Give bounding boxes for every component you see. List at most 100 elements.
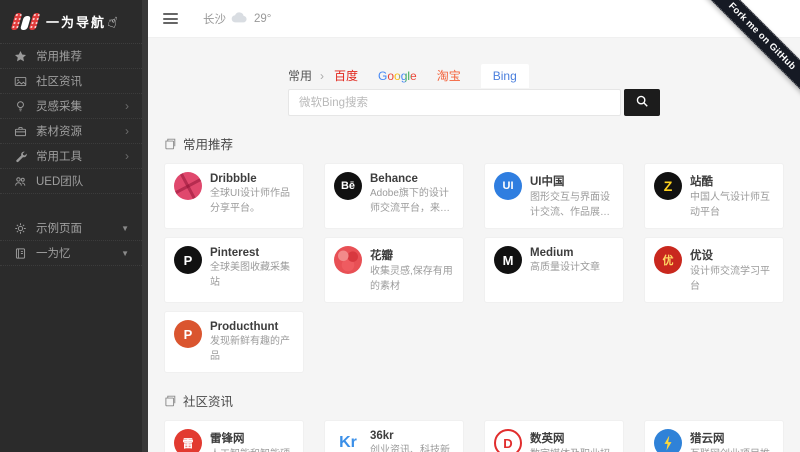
site-card-text: 36kr 创业资讯、科技新闻: [370, 429, 454, 452]
site-card[interactable]: UI UI中国 图形交互与界面设计交流、作品展示、学习平台。: [484, 163, 624, 229]
sidebar-item-recommend[interactable]: 常用推荐: [0, 44, 142, 69]
weather-city: 长沙: [203, 11, 226, 27]
search-button[interactable]: [624, 89, 660, 116]
tab-google[interactable]: Google: [378, 64, 417, 88]
site-desc: 图形交互与界面设计交流、作品展示、学习平台。: [530, 191, 614, 220]
topbar: 长沙 29°: [148, 0, 800, 38]
site-desc: 高质量设计文章: [530, 261, 600, 276]
sidebar-divider: [0, 194, 142, 216]
site-title: UI中国: [530, 173, 614, 189]
site-card[interactable]: 雷 雷锋网 人工智能和智能硬件领域的互联网科技媒体: [164, 420, 304, 452]
site-icon: D: [494, 429, 522, 452]
site-card-text: Pinterest 全球美图收藏采集站: [210, 246, 294, 290]
site-card-text: 站酷 中国人气设计师互动平台: [690, 172, 774, 220]
sidebar-item-resources[interactable]: 素材资源 ›: [0, 119, 142, 144]
site-card[interactable]: Kr 36kr 创业资讯、科技新闻: [324, 420, 464, 452]
site-card[interactable]: P Producthunt 发现新鲜有趣的产品: [164, 311, 304, 373]
tab-taobao[interactable]: 淘宝: [437, 62, 461, 89]
site-title: Producthunt: [210, 321, 294, 333]
site-icon: 雷: [174, 429, 202, 452]
site-card-text: 猎云网 互联网创业项目推荐和创业创新资讯: [690, 429, 774, 452]
search-icon: [635, 94, 649, 111]
site-icon: P: [174, 320, 202, 348]
site-card-text: Medium 高质量设计文章: [530, 246, 600, 276]
site-card[interactable]: Dribbble 全球UI设计师作品分享平台。: [164, 163, 304, 229]
site-card[interactable]: Bē Behance Adobe旗下的设计师交流平台，来自世界各地的设计师在这里…: [324, 163, 464, 229]
site-desc: 全球UI设计师作品分享平台。: [210, 187, 294, 216]
bookmark-icon: [164, 138, 176, 150]
wrench-icon: [13, 149, 27, 163]
site-title: Behance: [370, 173, 454, 185]
site-icon: M: [494, 246, 522, 274]
sidebar-item-community[interactable]: 社区资讯: [0, 69, 142, 94]
sections: 常用推荐 Dribbble 全球UI设计师作品分享平台。 Bē Behance …: [164, 134, 784, 452]
chevron-right-icon: ›: [125, 99, 129, 113]
sidebar-item-label: 常用推荐: [36, 48, 129, 64]
sidebar-item-ued-team[interactable]: UED团队: [0, 169, 142, 194]
site-desc: 人工智能和智能硬件领域的互联网科技媒体: [210, 448, 294, 452]
weather-widget: 长沙 29°: [203, 11, 271, 27]
site-card[interactable]: P Pinterest 全球美图收藏采集站: [164, 237, 304, 303]
sidebar-item-label: UED团队: [36, 173, 129, 189]
site-card[interactable]: D 数英网 数字媒体及职业招聘网站: [484, 420, 624, 452]
site-icon: 优: [654, 246, 682, 274]
sidebar-item-yiweiyi[interactable]: 一为忆 ▼: [0, 241, 142, 266]
card-grid: Dribbble 全球UI设计师作品分享平台。 Bē Behance Adobe…: [164, 163, 784, 373]
site-title: 优设: [690, 247, 774, 263]
main-area: 长沙 29° 常用 › 百度 Google 淘宝 Bing 常用推荐: [148, 0, 800, 452]
site-desc: 互联网创业项目推荐和创业创新资讯: [690, 448, 774, 452]
section-title: 常用推荐: [183, 134, 233, 153]
site-title: 站酷: [690, 173, 774, 189]
site-title: 数英网: [530, 430, 614, 446]
caret-down-icon: ▼: [121, 249, 129, 258]
section-header: 社区资讯: [164, 391, 784, 410]
site-desc: 发现新鲜有趣的产品: [210, 335, 294, 364]
search-engine-tabs: 常用 › 百度 Google 淘宝 Bing: [288, 62, 660, 89]
sidebar-item-example-pages[interactable]: 示例页面 ▼: [0, 216, 142, 241]
site-card[interactable]: 优 优设 设计师交流学习平台: [644, 237, 784, 303]
sidebar-item-inspiration[interactable]: 灵感采集 ›: [0, 94, 142, 119]
site-desc: Adobe旗下的设计师交流平台，来自世界各地的设计师在这里分享...: [370, 187, 454, 216]
chevron-right-icon: ›: [125, 149, 129, 163]
sidebar-item-label: 一为忆: [36, 245, 121, 261]
site-card-text: 数英网 数字媒体及职业招聘网站: [530, 429, 614, 452]
sidebar-item-label: 灵感采集: [36, 98, 125, 114]
site-title: Medium: [530, 247, 600, 259]
sidebar-item-label: 素材资源: [36, 123, 125, 139]
site-card-text: Behance Adobe旗下的设计师交流平台，来自世界各地的设计师在这里分享.…: [370, 172, 454, 216]
users-icon: [13, 174, 27, 188]
site-title: 花瓣: [370, 247, 454, 263]
site-icon: Bē: [334, 172, 362, 200]
sidebar-item-label: 示例页面: [36, 220, 121, 236]
site-icon: [334, 246, 362, 274]
search-input[interactable]: [288, 89, 621, 116]
gear-icon: [13, 221, 27, 235]
site-title: Dribbble: [210, 173, 294, 185]
tab-bing[interactable]: Bing: [481, 64, 529, 88]
site-card-text: 雷锋网 人工智能和智能硬件领域的互联网科技媒体: [210, 429, 294, 452]
site-icon: UI: [494, 172, 522, 200]
site-card-text: UI中国 图形交互与界面设计交流、作品展示、学习平台。: [530, 172, 614, 220]
sidebar-item-tools[interactable]: 常用工具 ›: [0, 144, 142, 169]
chevron-right-icon: ›: [320, 69, 324, 83]
site-icon: Kr: [334, 429, 362, 452]
site-icon: [654, 429, 682, 452]
section: 社区资讯 雷 雷锋网 人工智能和智能硬件领域的互联网科技媒体 Kr 36kr 创…: [164, 391, 784, 452]
menu-toggle-button[interactable]: [163, 11, 178, 27]
site-desc: 设计师交流学习平台: [690, 265, 774, 294]
site-desc: 创业资讯、科技新闻: [370, 444, 454, 452]
site-card[interactable]: 花瓣 收集灵感,保存有用的素材: [324, 237, 464, 303]
site-desc: 收集灵感,保存有用的素材: [370, 265, 454, 294]
site-icon: P: [174, 246, 202, 274]
site-card[interactable]: 猎云网 互联网创业项目推荐和创业创新资讯: [644, 420, 784, 452]
sidebar: 一为导航 ☝ 常用推荐 社区资讯 灵感采集 › 素材资源 › 常用工具 › UE…: [0, 0, 148, 452]
tab-baidu[interactable]: 百度: [334, 62, 358, 89]
notebook-icon: [13, 246, 27, 260]
card-grid: 雷 雷锋网 人工智能和智能硬件领域的互联网科技媒体 Kr 36kr 创业资讯、科…: [164, 420, 784, 452]
chevron-right-icon: ›: [125, 124, 129, 138]
site-card[interactable]: M Medium 高质量设计文章: [484, 237, 624, 303]
image-icon: [13, 74, 27, 88]
site-card[interactable]: Z 站酷 中国人气设计师互动平台: [644, 163, 784, 229]
search-box: [288, 89, 660, 116]
logo[interactable]: 一为导航 ☝: [0, 0, 142, 44]
